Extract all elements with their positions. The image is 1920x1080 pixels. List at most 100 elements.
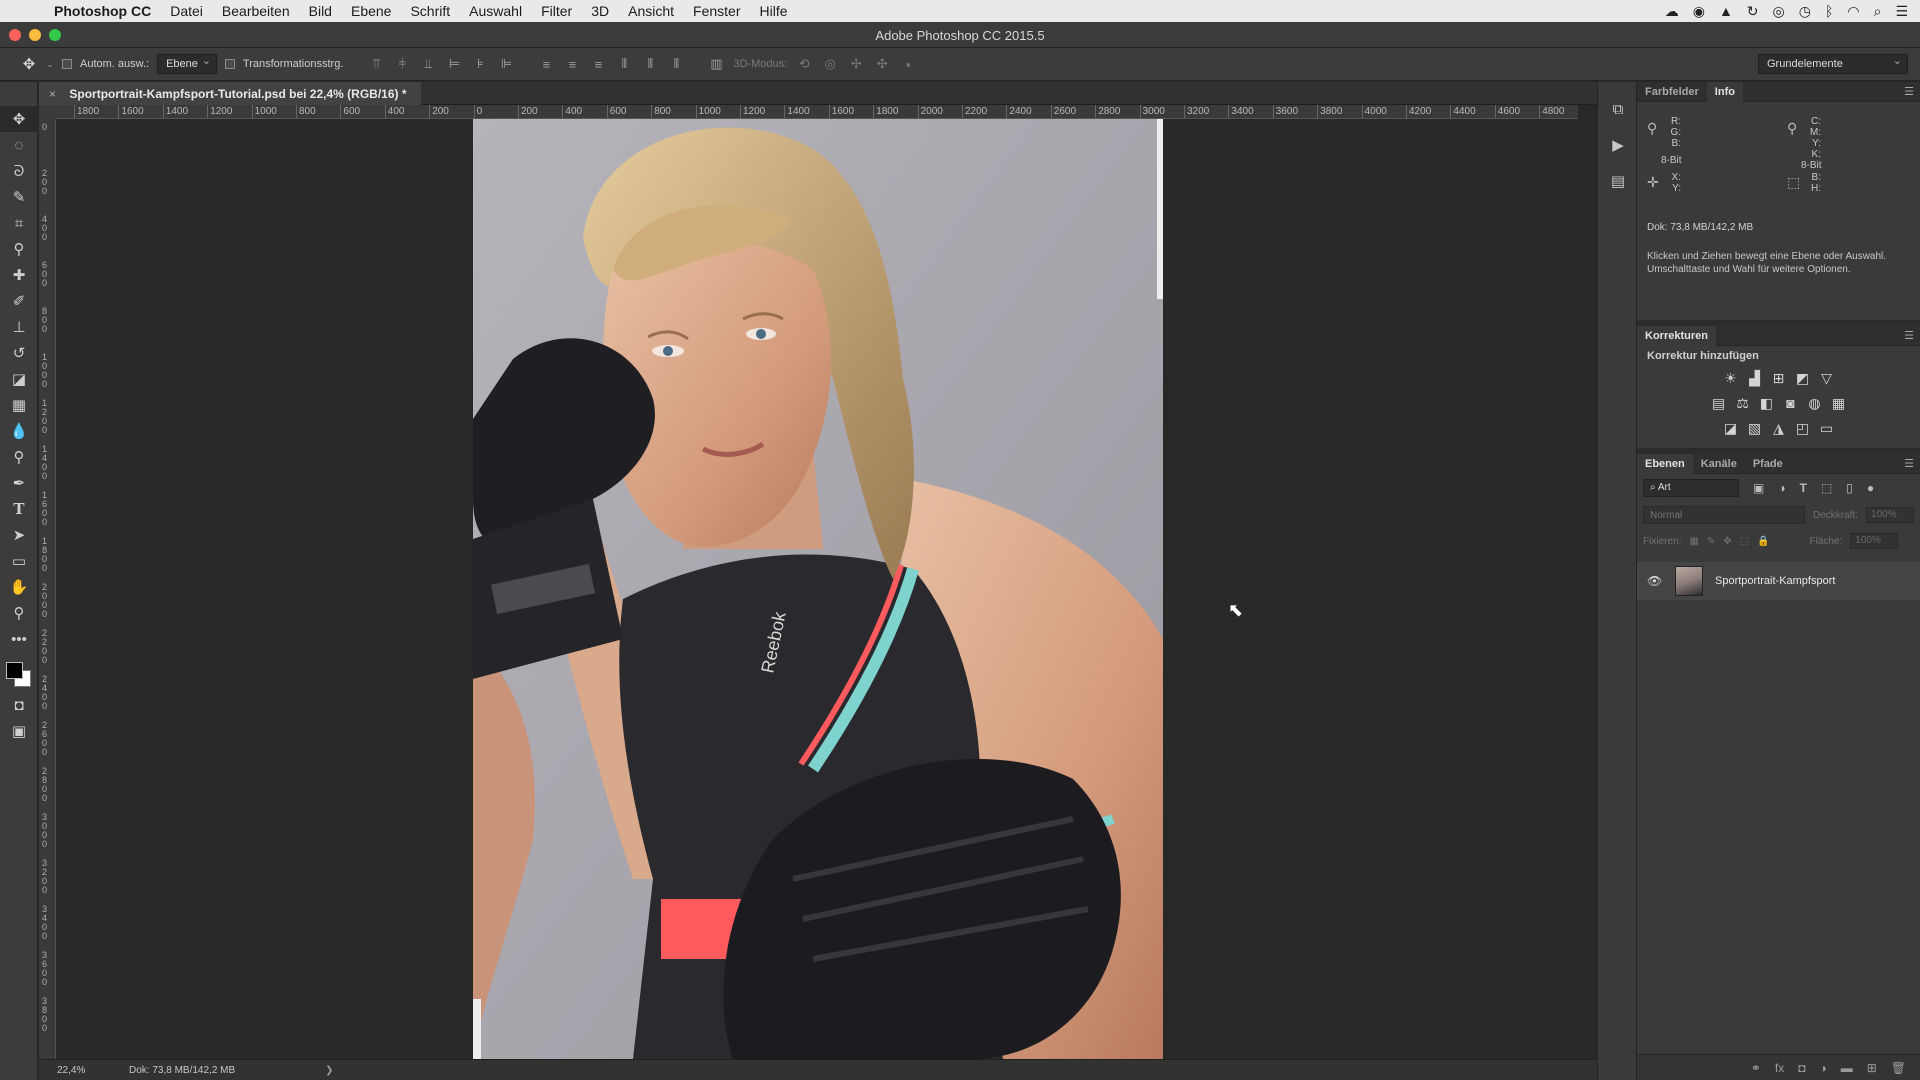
brush-tool-icon[interactable]: ✐ [0,288,38,314]
brightness-contrast-icon[interactable]: ☀ [1724,370,1738,387]
tab-ebenen[interactable]: Ebenen [1637,453,1693,474]
color-swatches[interactable] [0,652,38,692]
document-tab[interactable]: × Sportportrait-Kampfsport-Tutorial.psd … [39,82,421,105]
dodge-tool-icon[interactable]: ⚲ [0,444,38,470]
layer-visibility-eye-icon[interactable]: 👁 [1647,574,1665,588]
layer-name[interactable]: Sportportrait-Kampfsport [1715,575,1835,587]
menu-bild[interactable]: Bild [309,3,332,19]
invert-icon[interactable]: ◪ [1724,420,1738,437]
tab-kanaele[interactable]: Kanäle [1693,454,1745,474]
horizontal-ruler[interactable]: 1800 1600 1400 1200 1000 800 600 400 200 0 200 400 6… [56,105,1578,119]
threshold-icon[interactable]: ◮ [1772,420,1786,437]
distribute-bottom-icon[interactable]: ≡ [589,57,607,72]
path-selection-tool-icon[interactable]: ➤ [0,522,38,548]
new-layer-icon[interactable]: ⊞ [1867,1061,1877,1075]
history-panel-icon[interactable]: ⧉ [1598,94,1638,124]
record-icon[interactable]: ◎ [1773,3,1785,20]
new-adjustment-layer-icon[interactable]: ◑ [1819,1061,1826,1075]
time-machine-icon[interactable]: ◷ [1799,3,1811,20]
ruler-corner[interactable] [39,105,56,119]
add-mask-icon[interactable]: ◘ [1798,1061,1805,1075]
lock-paint-icon[interactable]: ✎ [1707,536,1715,547]
menu-bearbeiten[interactable]: Bearbeiten [222,3,290,19]
eraser-tool-icon[interactable]: ◪ [0,366,38,392]
exposure-icon[interactable]: ◩ [1796,370,1810,387]
move-tool-preset-icon[interactable]: ✥ [20,55,38,73]
lock-position-icon[interactable]: ✥ [1723,536,1731,547]
filter-adjustment-icon[interactable]: ◑ [1778,481,1785,495]
foreground-color-swatch[interactable] [6,662,23,679]
filter-smartobject-icon[interactable]: ▯ [1846,481,1853,495]
auto-select-dropdown[interactable]: Ebene [157,54,217,74]
lock-artboard-icon[interactable]: ⬚ [1740,536,1749,547]
3d-rotate-icon[interactable]: ⟲ [795,56,813,72]
screen-mode-icon[interactable]: ▣ [0,718,38,744]
photo-filter-icon[interactable]: ◙ [1784,395,1798,412]
preset-chevron-down-icon[interactable]: ⌄ [46,59,54,70]
wifi-icon[interactable]: ◠ [1847,3,1859,20]
zoom-tool-icon[interactable]: ⚲ [0,600,38,626]
bluetooth-icon[interactable]: ᛒ [1825,3,1833,19]
filter-pixel-icon[interactable]: ▣ [1753,481,1764,495]
layer-style-fx-icon[interactable]: fx [1775,1061,1784,1075]
filter-toggle-icon[interactable]: ● [1867,481,1874,495]
distribute-hcenter-icon[interactable]: ⦀ [641,56,659,72]
lock-all-icon[interactable]: 🔒 [1757,536,1769,547]
type-tool-icon[interactable]: T [0,496,38,522]
zoom-level[interactable]: 22,4% [39,1065,109,1076]
close-tab-icon[interactable]: × [49,87,56,101]
spotlight-search-icon[interactable]: ⌕ [1874,3,1882,20]
menu-auswahl[interactable]: Auswahl [469,3,522,19]
black-white-icon[interactable]: ◧ [1760,395,1774,412]
3d-roll-icon[interactable]: ◎ [821,56,839,72]
menu-app-name[interactable]: Photoshop CC [54,3,151,19]
delete-layer-trash-icon[interactable]: 🗑 [1891,1061,1906,1075]
history-brush-tool-icon[interactable]: ↺ [0,340,38,366]
gradient-map-icon[interactable]: ▭ [1820,420,1834,437]
new-group-folder-icon[interactable]: ▬ [1841,1061,1853,1075]
marquee-tool-icon[interactable]: ◌ [0,132,38,158]
panel-menu-icon[interactable]: ☰ [1904,85,1914,98]
3d-slide-icon[interactable]: ✣ [873,56,891,72]
creative-cloud-icon[interactable]: ☁ [1665,3,1679,20]
hue-saturation-icon[interactable]: ▤ [1712,395,1726,412]
levels-icon[interactable]: ▟ [1748,370,1762,387]
menu-filter[interactable]: Filter [541,3,572,19]
menu-fenster[interactable]: Fenster [693,3,740,19]
gradient-tool-icon[interactable]: ▦ [0,392,38,418]
link-layers-icon[interactable]: ⚭ [1751,1061,1761,1075]
pen-tool-icon[interactable]: ✒ [0,470,38,496]
lock-transparent-icon[interactable]: ▦ [1689,536,1698,547]
3d-drag-icon[interactable]: ✢ [847,56,865,72]
menu-schrift[interactable]: Schrift [410,3,450,19]
layer-row[interactable]: 👁 Sportportrait-Kampfsport [1637,562,1920,600]
align-right-icon[interactable]: ⊫ [497,56,515,72]
menu-hilfe[interactable]: Hilfe [760,3,788,19]
align-bottom-icon[interactable]: ⫫ [419,56,437,72]
selective-color-icon[interactable]: ◰ [1796,420,1810,437]
align-vcenter-icon[interactable]: ⫩ [393,56,411,72]
transform-controls-checkbox[interactable] [224,59,235,69]
workspace-dropdown[interactable]: Grundelemente [1758,54,1908,74]
distribute-vcenter-icon[interactable]: ≡ [563,57,581,72]
blur-tool-icon[interactable]: 💧 [0,418,38,444]
fill-field[interactable]: 100% [1850,533,1899,549]
auto-align-icon[interactable]: ▥ [707,56,725,72]
menu-ansicht[interactable]: Ansicht [628,3,674,19]
distribute-right-icon[interactable]: ⦀ [667,56,685,72]
eye-status-icon[interactable]: ◉ [1693,3,1705,20]
healing-brush-tool-icon[interactable]: ✚ [0,262,38,288]
clone-stamp-tool-icon[interactable]: ⊥ [0,314,38,340]
filter-type-icon[interactable]: T [1800,481,1807,495]
move-tool-icon[interactable]: ✥ [0,106,38,132]
status-menu-arrow-icon[interactable]: ❯ [325,1065,333,1076]
layer-filter-dropdown[interactable]: ⌕ Art [1643,479,1739,497]
distribute-left-icon[interactable]: ⦀ [615,56,633,72]
adjustments-menu-icon[interactable]: ☰ [1904,329,1914,342]
more-tools-icon[interactable]: ••• [0,626,38,652]
menu-ebene[interactable]: Ebene [351,3,391,19]
align-left-icon[interactable]: ⊨ [445,56,463,72]
curves-icon[interactable]: ⊞ [1772,370,1786,387]
layers-menu-icon[interactable]: ☰ [1904,457,1914,470]
color-lookup-icon[interactable]: ▦ [1832,395,1846,412]
